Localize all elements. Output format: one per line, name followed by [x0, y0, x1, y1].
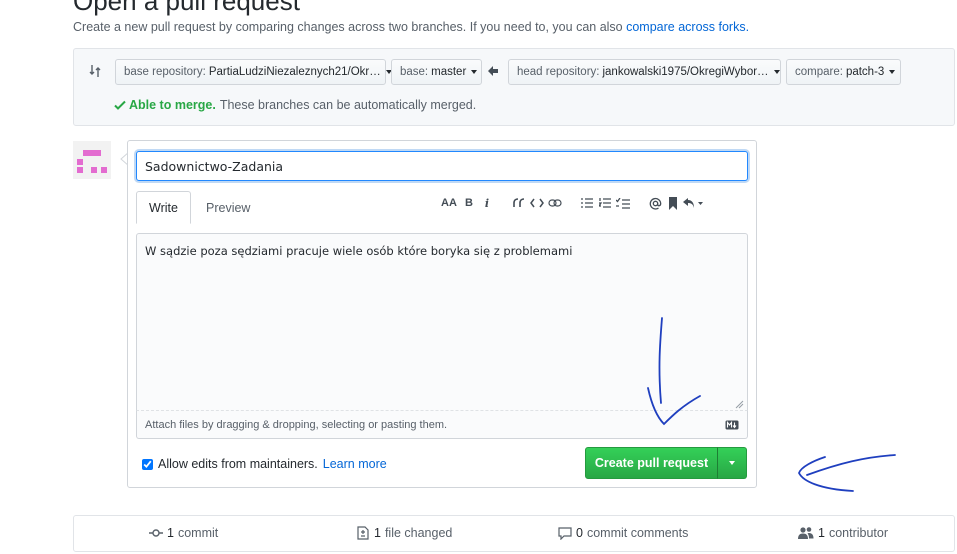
merge-status: Able to merge. These branches can be aut… — [114, 98, 476, 112]
chevron-down-icon — [889, 70, 896, 74]
heading-tool[interactable]: AA — [438, 193, 460, 213]
commits-label: commit — [177, 526, 219, 540]
pull-request-form: Write Preview AA B i W sądzie poza sędzi… — [127, 140, 757, 488]
resize-grip-icon[interactable] — [734, 399, 744, 409]
commits-summary[interactable]: 1 commit — [149, 526, 218, 540]
chevron-down-icon — [471, 70, 478, 74]
tab-write[interactable]: Write — [136, 191, 191, 224]
page-title: Open a pull request — [73, 0, 300, 16]
avatar[interactable] — [73, 141, 111, 179]
base-branch-select[interactable]: base: master — [391, 59, 482, 85]
range-editor: base repository: PartiaLudziNiezaleznych2… — [73, 48, 955, 126]
compare-branch-select[interactable]: compare: patch-3 — [786, 59, 901, 85]
chevron-down-icon — [773, 70, 780, 74]
base-repository-value: PartiaLudziNiezaleznych21/Okr… — [208, 66, 381, 78]
compare-summary-bar: 1 commit 1 file changed 0 commit comments 1… — [73, 515, 955, 552]
unordered-list-icon[interactable] — [578, 193, 596, 213]
bold-tool[interactable]: B — [460, 193, 478, 213]
markdown-icon[interactable] — [725, 420, 739, 430]
code-icon[interactable] — [528, 193, 546, 213]
contributors-label: contributor — [828, 526, 889, 540]
commits-count: 1 — [167, 526, 174, 540]
comment-icon — [558, 527, 572, 540]
people-icon — [798, 527, 814, 539]
task-list-icon[interactable] — [614, 193, 632, 213]
annotation-arrow-left — [798, 454, 896, 492]
base-branch-label: base: — [400, 66, 429, 78]
commit-icon — [149, 529, 163, 537]
body-textarea[interactable]: W sądzie poza sędziami pracuje wiele osó… — [136, 233, 748, 411]
contributors-count: 1 — [818, 526, 825, 540]
attach-files-bar[interactable]: Attach files by dragging & dropping, sel… — [136, 411, 748, 439]
compare-branch-value: patch-3 — [845, 66, 885, 78]
head-repository-value: jankowalski1975/OkregiWybor… — [602, 66, 769, 78]
mention-icon[interactable] — [646, 193, 664, 213]
files-label: file changed — [384, 526, 453, 540]
head-repository-select[interactable]: head repository: jankowalski1975/OkregiWy… — [508, 59, 781, 85]
arrow-left-icon — [488, 66, 498, 76]
compare-across-forks-link[interactable]: compare across forks. — [626, 20, 749, 34]
head-repository-label: head repository: — [517, 66, 600, 78]
markdown-toolbar: AA B i — [438, 193, 704, 213]
quote-icon[interactable] — [510, 193, 528, 213]
contributors-summary[interactable]: 1 contributor — [798, 526, 888, 540]
file-diff-icon — [357, 526, 369, 540]
compare-icon — [89, 65, 101, 77]
attach-files-text: Attach files by dragging & dropping, sel… — [145, 418, 448, 431]
comments-count: 0 — [576, 526, 583, 540]
check-icon — [114, 100, 126, 110]
title-input[interactable] — [136, 151, 748, 181]
learn-more-link[interactable]: Learn more — [323, 457, 387, 471]
base-repository-select[interactable]: base repository: PartiaLudziNiezaleznych2… — [115, 59, 392, 85]
comments-summary[interactable]: 0 commit comments — [558, 526, 688, 540]
create-options-dropdown[interactable] — [717, 447, 747, 479]
merge-status-text: These branches can be automatically merg… — [219, 98, 477, 112]
ordered-list-icon[interactable] — [596, 193, 614, 213]
files-summary[interactable]: 1 file changed — [356, 526, 452, 540]
link-icon[interactable] — [546, 193, 564, 213]
page-description: Create a new pull request by comparing c… — [73, 20, 749, 34]
files-count: 1 — [374, 526, 381, 540]
tab-preview[interactable]: Preview — [194, 191, 262, 224]
allow-edits-option: Allow edits from maintainers. Learn more — [142, 457, 387, 471]
base-repository-label: base repository: — [124, 66, 206, 78]
italic-tool[interactable]: i — [478, 193, 496, 213]
bookmark-icon[interactable] — [664, 193, 682, 213]
reply-icon[interactable] — [682, 193, 704, 213]
create-pull-request-button[interactable]: Create pull request — [585, 447, 718, 479]
page-description-text: Create a new pull request by comparing c… — [73, 20, 627, 34]
compare-branch-label: compare: — [795, 66, 843, 78]
allow-edits-checkbox[interactable] — [142, 458, 153, 470]
chevron-down-icon — [729, 461, 735, 465]
allow-edits-label: Allow edits from maintainers. — [158, 457, 318, 471]
merge-ok-text: Able to merge. — [129, 98, 216, 112]
base-branch-value: master — [431, 66, 467, 78]
comments-label: commit comments — [586, 526, 689, 540]
